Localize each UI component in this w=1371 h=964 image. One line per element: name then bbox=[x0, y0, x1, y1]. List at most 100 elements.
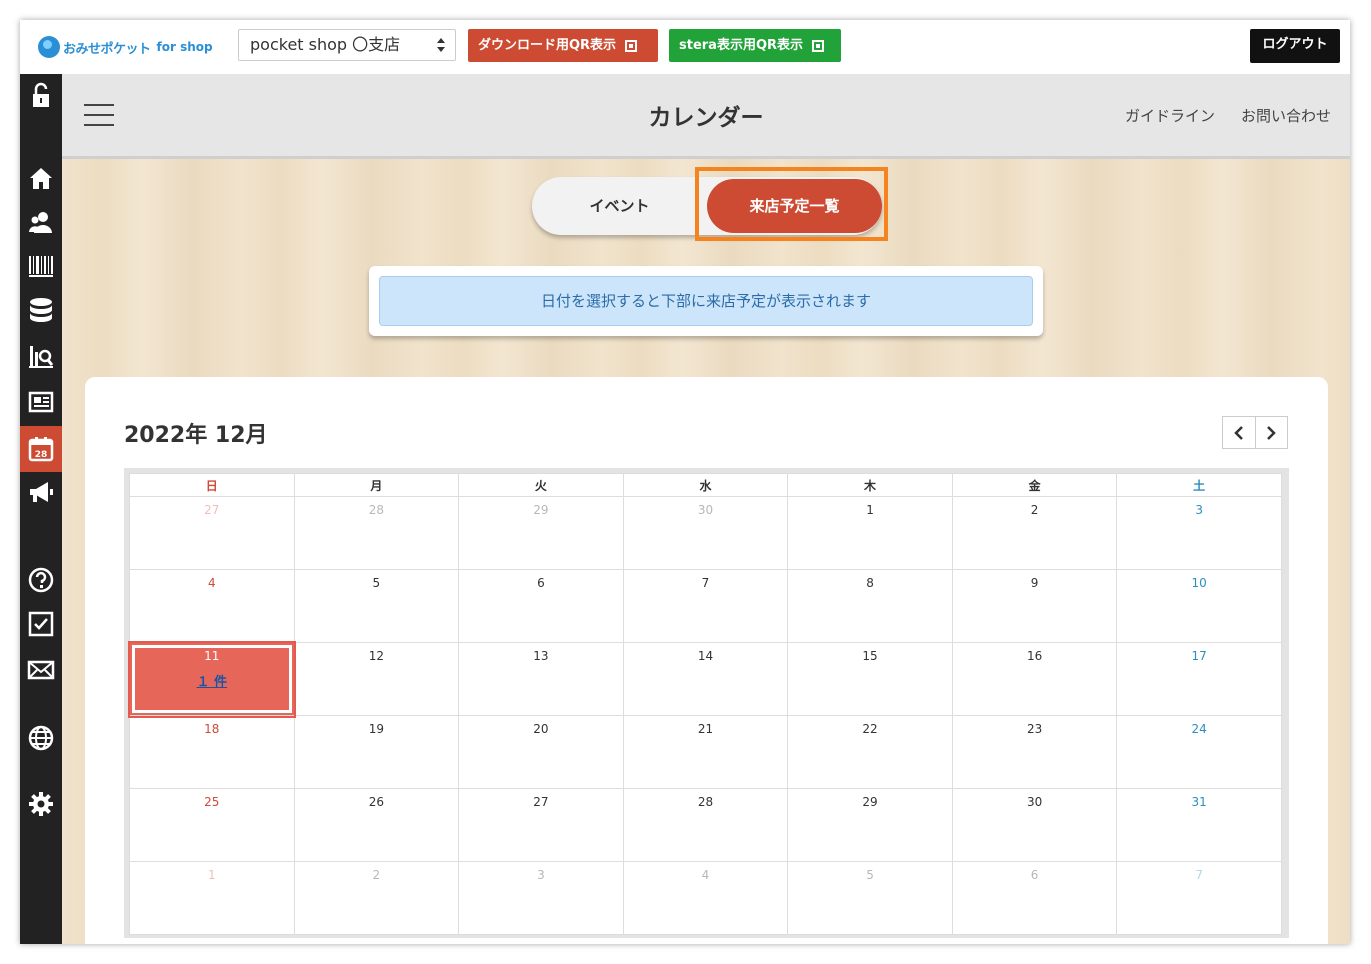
day-number: 10 bbox=[1191, 576, 1207, 590]
day-cell[interactable]: 10 bbox=[1116, 569, 1282, 643]
day-cell[interactable]: 3 bbox=[1116, 496, 1282, 570]
top-bar: おみせポケット for shop pocket shop 〇支店 ダウンロード用… bbox=[20, 20, 1350, 75]
day-number: 27 bbox=[204, 503, 220, 517]
day-number: 2 bbox=[1030, 503, 1039, 517]
home-icon[interactable] bbox=[20, 158, 62, 198]
day-number: 29 bbox=[862, 795, 878, 809]
day-number: 12 bbox=[368, 649, 384, 663]
day-cell[interactable]: 29 bbox=[787, 788, 953, 862]
day-cell[interactable]: 25 bbox=[129, 788, 295, 862]
day-cell[interactable]: 31 bbox=[1116, 788, 1282, 862]
day-cell[interactable]: 27 bbox=[129, 496, 295, 570]
day-cell[interactable]: 5 bbox=[293, 569, 460, 643]
day-number: 11 bbox=[204, 649, 220, 663]
logo-icon bbox=[38, 36, 60, 58]
day-cell[interactable]: 7 bbox=[622, 569, 789, 643]
day-number: 15 bbox=[862, 649, 878, 663]
download-qr-button[interactable]: ダウンロード用QR表示 bbox=[468, 29, 658, 62]
day-cell[interactable]: 28 bbox=[622, 788, 789, 862]
day-cell[interactable]: 26 bbox=[293, 788, 460, 862]
help-icon[interactable] bbox=[20, 560, 62, 600]
day-cell[interactable]: 17 bbox=[1116, 642, 1282, 716]
day-cell[interactable]: 5 bbox=[787, 861, 953, 935]
weekday-sat: 土 bbox=[1116, 473, 1282, 497]
checkbox-icon[interactable] bbox=[20, 604, 62, 644]
day-cell[interactable]: 27 bbox=[458, 788, 624, 862]
prev-month-button[interactable] bbox=[1223, 417, 1255, 448]
day-cell[interactable]: 6 bbox=[951, 861, 1118, 935]
weekday-wed: 水 bbox=[622, 473, 789, 497]
guideline-link[interactable]: ガイドライン bbox=[1125, 105, 1215, 126]
day-number: 4 bbox=[207, 576, 216, 590]
day-cell[interactable]: 2 bbox=[951, 496, 1118, 570]
visit-count-link[interactable]: １ 件 bbox=[130, 671, 294, 690]
day-cell[interactable]: 7 bbox=[1116, 861, 1282, 935]
calendar-card: 2022年 12月 日 月 火 水 木 金 土 27 28 29 30 1 2 … bbox=[85, 377, 1328, 944]
unlock-icon[interactable] bbox=[20, 76, 62, 116]
gear-icon[interactable] bbox=[20, 784, 62, 824]
next-month-button[interactable] bbox=[1254, 417, 1288, 448]
day-cell[interactable]: 23 bbox=[951, 715, 1118, 789]
calendar-icon[interactable]: 28 bbox=[20, 426, 62, 472]
tab-event[interactable]: イベント bbox=[532, 177, 707, 235]
day-cell[interactable]: 28 bbox=[293, 496, 460, 570]
day-cell[interactable]: 19 bbox=[293, 715, 460, 789]
day-cell[interactable]: 4 bbox=[129, 569, 295, 643]
users-icon[interactable] bbox=[20, 202, 62, 242]
weekday-mon: 月 bbox=[293, 473, 460, 497]
logout-button[interactable]: ログアウト bbox=[1250, 29, 1340, 63]
day-number: 19 bbox=[368, 722, 384, 736]
day-cell[interactable]: 20 bbox=[458, 715, 624, 789]
megaphone-icon[interactable] bbox=[20, 472, 62, 512]
contact-link[interactable]: お問い合わせ bbox=[1241, 105, 1331, 126]
day-number: 8 bbox=[866, 576, 874, 590]
day-cell[interactable]: 4 bbox=[622, 861, 789, 935]
day-cell[interactable]: 2 bbox=[293, 861, 460, 935]
day-cell[interactable]: 12 bbox=[293, 642, 460, 716]
month-label: 2022年 12月 bbox=[124, 423, 268, 448]
day-number: 16 bbox=[1026, 649, 1043, 663]
news-icon[interactable] bbox=[20, 382, 62, 422]
qr-icon bbox=[812, 39, 825, 52]
day-cell[interactable]: 18 bbox=[129, 715, 295, 789]
day-cell[interactable]: 21 bbox=[622, 715, 789, 789]
day-cell[interactable]: 6 bbox=[458, 569, 624, 643]
day-cell[interactable]: 30 bbox=[951, 788, 1118, 862]
day-number: 30 bbox=[1026, 795, 1043, 809]
logo-sub: for shop bbox=[156, 40, 213, 54]
day-cell[interactable]: 24 bbox=[1116, 715, 1282, 789]
day-number: 17 bbox=[1191, 649, 1207, 663]
stera-qr-button[interactable]: stera表示用QR表示 bbox=[669, 29, 841, 62]
barcode-icon[interactable] bbox=[20, 246, 62, 286]
page-header: カレンダー ガイドライン お問い合わせ bbox=[62, 74, 1350, 159]
select-arrows-icon bbox=[437, 38, 445, 52]
globe-icon[interactable] bbox=[20, 718, 62, 758]
day-cell[interactable]: 22 bbox=[787, 715, 953, 789]
calendar-grid: 日 月 火 水 木 金 土 27 28 29 30 1 2 3 4 5 6 7 … bbox=[124, 468, 1289, 938]
day-cell[interactable]: 8 bbox=[787, 569, 953, 643]
logo[interactable]: おみせポケット for shop bbox=[38, 34, 213, 60]
shop-select[interactable]: pocket shop 〇支店 bbox=[238, 29, 456, 61]
day-cell[interactable]: 1 bbox=[129, 861, 295, 935]
day-cell[interactable]: 3 bbox=[458, 861, 624, 935]
mail-icon[interactable] bbox=[20, 650, 62, 690]
day-cell[interactable]: 14 bbox=[622, 642, 789, 716]
week-row: 11 １ 件 12 13 14 15 16 17 bbox=[127, 640, 1282, 718]
day-cell[interactable]: 30 bbox=[622, 496, 789, 570]
weekday-sun: 日 bbox=[129, 473, 295, 497]
day-cell[interactable]: 16 bbox=[951, 642, 1118, 716]
day-number: 3 bbox=[1195, 503, 1203, 517]
chevron-right-icon bbox=[1267, 425, 1277, 440]
weekday-fri: 金 bbox=[951, 473, 1118, 497]
day-cell[interactable]: 29 bbox=[458, 496, 624, 570]
day-cell[interactable]: 1 bbox=[787, 496, 953, 570]
day-cell[interactable]: 15 bbox=[787, 642, 953, 716]
day-cell-selected[interactable]: 11 １ 件 bbox=[127, 640, 297, 718]
database-icon[interactable] bbox=[20, 290, 62, 330]
day-cell[interactable]: 9 bbox=[951, 569, 1118, 643]
week-row: 18 19 20 21 22 23 24 bbox=[129, 715, 1282, 789]
day-number: 6 bbox=[1030, 868, 1039, 882]
qr-icon bbox=[625, 39, 638, 52]
day-cell[interactable]: 13 bbox=[458, 642, 624, 716]
analytics-icon[interactable] bbox=[20, 336, 62, 376]
